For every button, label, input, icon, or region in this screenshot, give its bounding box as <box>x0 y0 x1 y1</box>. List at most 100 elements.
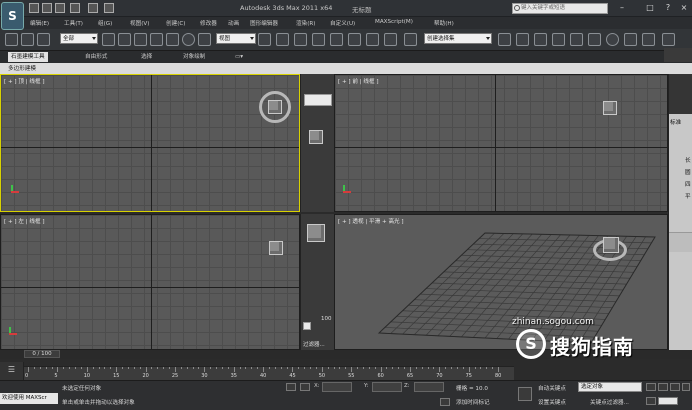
menu-customize[interactable]: 自定义(U) <box>330 19 355 27</box>
named-selection-dropdown[interactable]: 创建选择集 <box>424 33 492 44</box>
auto-key-button[interactable]: 自动关键点 <box>538 384 566 392</box>
menu-create[interactable]: 创建(C) <box>166 19 185 27</box>
time-slider[interactable]: 0 / 100 <box>24 350 60 358</box>
track-bar[interactable]: 0 5 10 15 20 25 30 35 40 45 50 55 60 65 70 75 80 <box>24 366 514 380</box>
lock-selection-icon[interactable] <box>286 383 296 391</box>
add-time-tag[interactable]: 添加时间标记 <box>456 398 490 406</box>
key-selection-dropdown[interactable]: 选定对象 <box>578 382 642 392</box>
search-input[interactable]: 键入关键字或短语 <box>512 3 608 14</box>
current-frame-field[interactable] <box>658 397 678 405</box>
previous-frame-icon[interactable] <box>658 383 668 391</box>
viewcube-icon[interactable] <box>269 241 283 255</box>
menu-rendering[interactable]: 渲染(R) <box>296 19 315 27</box>
rect-selection-icon[interactable] <box>134 33 147 46</box>
z-coordinate-field[interactable] <box>414 382 444 392</box>
select-by-name-icon[interactable] <box>118 33 131 46</box>
menu-views[interactable]: 视图(V) <box>130 19 149 27</box>
command-item-3[interactable]: 四 <box>685 180 691 188</box>
quick-access-dropdown-icon[interactable] <box>104 3 114 13</box>
viewport-left[interactable]: [ + ] 左 | 线框 ] <box>0 214 300 350</box>
app-logo-button[interactable]: S <box>1 2 24 30</box>
key-mode-icon[interactable] <box>646 397 656 405</box>
link-icon[interactable] <box>5 33 18 46</box>
keyboard-shortcut-icon[interactable] <box>294 33 307 46</box>
menu-help[interactable]: 帮助(H) <box>434 19 454 27</box>
key-filters-button[interactable]: 关键点过滤器... <box>590 398 629 406</box>
ribbon-options-icon[interactable]: ▭▾ <box>232 52 246 62</box>
command-item-standard[interactable]: 标准 <box>670 118 681 126</box>
angle-snap-icon[interactable] <box>330 33 343 46</box>
bind-space-warp-icon[interactable] <box>37 33 50 46</box>
menu-group[interactable]: 组(G) <box>98 19 112 27</box>
viewcube-icon[interactable] <box>268 100 282 114</box>
layer-manager-icon[interactable] <box>516 33 529 46</box>
side-panel-box[interactable] <box>303 322 311 330</box>
new-file-icon[interactable] <box>29 3 39 13</box>
select-object-icon[interactable] <box>102 33 115 46</box>
snaps-toggle-icon[interactable] <box>312 33 325 46</box>
set-key-icon[interactable] <box>518 387 532 401</box>
command-item-1[interactable]: 长 <box>685 156 691 164</box>
viewcube-icon[interactable] <box>309 130 323 144</box>
menu-graph-editors[interactable]: 图形编辑器 <box>250 19 278 27</box>
pivot-center-icon[interactable] <box>258 33 271 46</box>
menu-maxscript[interactable]: MAXScript(M) <box>375 19 413 25</box>
x-coordinate-field[interactable] <box>322 382 352 392</box>
set-key-button[interactable]: 设置关键点 <box>538 398 566 406</box>
select-move-icon[interactable] <box>166 33 179 46</box>
graphite-toggle-icon[interactable] <box>534 33 547 46</box>
close-icon[interactable]: × <box>678 3 690 14</box>
select-manipulate-icon[interactable] <box>276 33 289 46</box>
scroll-thumb[interactable] <box>304 94 332 106</box>
next-frame-icon[interactable] <box>682 383 690 391</box>
go-to-start-icon[interactable] <box>646 383 656 391</box>
redo-icon[interactable] <box>88 3 98 13</box>
viewport-top-label[interactable]: [ + ] 顶 | 线框 ] <box>4 77 45 85</box>
unlink-icon[interactable] <box>21 33 34 46</box>
tab-selection[interactable]: 选择 <box>138 52 155 62</box>
rendered-frame-icon[interactable] <box>624 33 637 46</box>
edit-named-selection-icon[interactable] <box>384 33 397 46</box>
tab-freeform[interactable]: 自由形式 <box>82 52 110 62</box>
tab-object-paint[interactable]: 对象绘制 <box>180 52 208 62</box>
play-icon[interactable] <box>670 383 680 391</box>
schematic-view-icon[interactable] <box>570 33 583 46</box>
align-icon[interactable] <box>498 33 511 46</box>
open-file-icon[interactable] <box>42 3 52 13</box>
mirror-icon[interactable] <box>404 33 417 46</box>
window-crossing-icon[interactable] <box>150 33 163 46</box>
viewport-front-label[interactable]: [ + ] 前 | 线框 ] <box>338 77 379 85</box>
viewcube-icon[interactable] <box>307 224 325 242</box>
curve-editor-icon[interactable] <box>552 33 565 46</box>
maximize-icon[interactable]: □ <box>644 3 656 14</box>
material-editor-icon[interactable] <box>588 33 601 46</box>
select-rotate-icon[interactable] <box>182 33 195 46</box>
absolute-mode-icon[interactable] <box>300 383 310 391</box>
command-panel-tabs[interactable] <box>669 74 692 114</box>
viewcube-icon[interactable] <box>603 101 617 115</box>
spinner-snap-icon[interactable] <box>366 33 379 46</box>
reference-coord-dropdown[interactable]: 视图 <box>216 33 256 44</box>
y-coordinate-field[interactable] <box>372 382 402 392</box>
viewcube-icon[interactable] <box>603 237 619 253</box>
menu-edit[interactable]: 编辑(E) <box>30 19 49 27</box>
command-item-4[interactable]: 平 <box>685 192 691 200</box>
menu-modifiers[interactable]: 修改器 <box>200 19 217 27</box>
menu-animation[interactable]: 动画 <box>228 19 239 27</box>
viewport-left-label[interactable]: [ + ] 左 | 线框 ] <box>4 217 45 225</box>
side-panel-filter[interactable]: 过滤器... <box>303 340 325 348</box>
undo-icon[interactable] <box>70 3 80 13</box>
time-tag-icon[interactable] <box>440 398 450 406</box>
mini-curve-toggle-icon[interactable]: ☰ <box>0 362 24 380</box>
help-icon[interactable]: ? <box>662 3 674 14</box>
save-file-icon[interactable] <box>55 3 65 13</box>
select-scale-icon[interactable] <box>198 33 211 46</box>
selection-filter-dropdown[interactable]: 全部 <box>60 33 98 44</box>
ribbon-panel-label[interactable]: 多边形建模 <box>8 64 36 72</box>
render-active-icon[interactable] <box>662 33 675 46</box>
render-production-icon[interactable] <box>642 33 655 46</box>
menu-tools[interactable]: 工具(T) <box>64 19 83 27</box>
percent-snap-icon[interactable] <box>348 33 361 46</box>
maxscript-listener[interactable]: 欢迎使用 MAXScr <box>0 393 58 404</box>
render-setup-icon[interactable] <box>606 33 619 46</box>
